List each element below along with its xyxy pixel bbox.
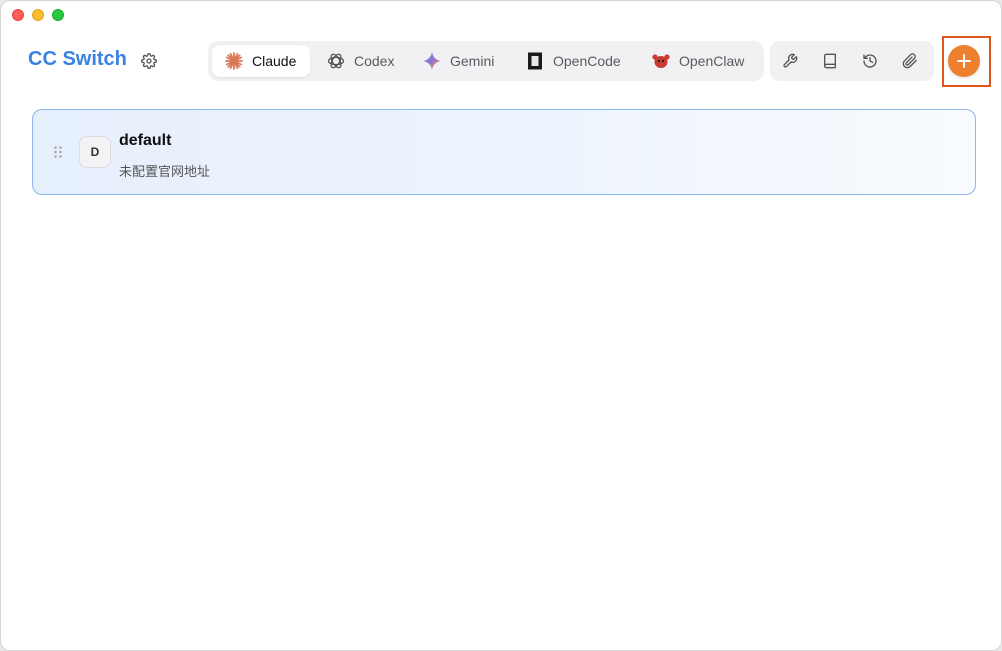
provider-avatar: D	[79, 136, 111, 168]
plus-icon	[957, 54, 971, 68]
claude-icon	[224, 51, 244, 71]
tools-button[interactable]	[778, 49, 802, 73]
tab-claude[interactable]: Claude	[212, 45, 310, 77]
app-title: CC Switch	[28, 48, 127, 70]
tab-codex[interactable]: Codex	[314, 45, 406, 77]
tab-openclaw[interactable]: OpenClaw	[639, 45, 759, 77]
drag-handle-icon[interactable]	[52, 144, 64, 160]
provider-subtitle: 未配置官网地址	[119, 164, 211, 179]
settings-button[interactable]	[138, 50, 160, 72]
paperclip-icon	[902, 53, 917, 69]
history-button[interactable]	[858, 49, 882, 73]
provider-name: default	[119, 132, 172, 149]
add-provider-button[interactable]	[948, 45, 980, 77]
provider-card[interactable]: D default 未配置官网地址	[32, 109, 976, 195]
docs-button[interactable]	[818, 49, 842, 73]
openclaw-icon	[651, 51, 671, 71]
tab-opencode[interactable]: OpenCode	[513, 45, 636, 77]
codex-icon	[326, 51, 346, 71]
toolbar	[770, 41, 934, 81]
tab-label: OpenCode	[553, 53, 621, 69]
tab-label: Gemini	[450, 53, 495, 69]
wrench-icon	[783, 53, 798, 68]
tab-label: Claude	[252, 53, 297, 69]
app-tabs: Claude Codex Gemini OpenCode OpenClaw	[208, 41, 764, 81]
gemini-icon	[422, 51, 442, 71]
book-icon	[824, 53, 836, 69]
close-window-button[interactable]	[12, 9, 24, 21]
attachment-button[interactable]	[898, 49, 922, 73]
tab-label: OpenClaw	[679, 53, 745, 69]
window-controls	[12, 9, 64, 21]
tab-gemini[interactable]: Gemini	[410, 45, 508, 77]
history-icon	[863, 54, 877, 68]
minimize-window-button[interactable]	[32, 9, 44, 21]
maximize-window-button[interactable]	[52, 9, 64, 21]
tab-label: Codex	[354, 53, 395, 69]
gear-icon	[141, 53, 157, 69]
opencode-icon	[525, 51, 545, 71]
app-window: CC Switch Claude Codex Gemini OpenCode O…	[0, 0, 1002, 651]
